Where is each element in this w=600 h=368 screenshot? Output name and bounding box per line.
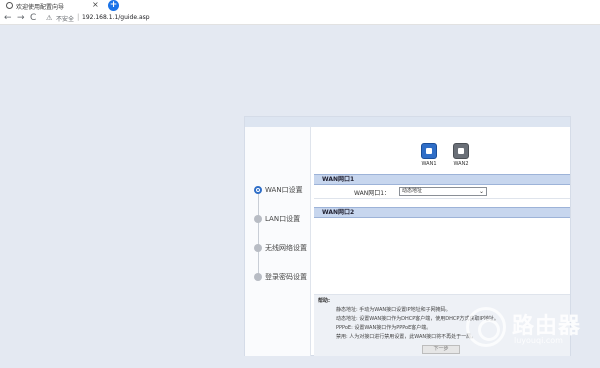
step-label: LAN口设置 [265,215,301,223]
step-label: 登录密码设置 [265,273,307,281]
wan2-section-header[interactable]: WAN网口2 [314,207,570,218]
panel-header-bar [245,117,570,127]
steps-sidebar: WAN口设置 LAN口设置 无线网络设置 登录密码设置 [245,127,311,356]
step-wan[interactable]: WAN口设置 [254,185,303,195]
wan1-mode-row: WAN网口1： 动态地址 ⌄ [314,185,570,199]
wan1-port[interactable]: WAN1 [418,143,440,167]
help-line: PPPoE: 设置WAN接口作为PPPoE客户端。 [336,325,432,331]
next-step-button[interactable]: 下一步 [422,345,460,354]
back-icon[interactable]: ← [4,12,12,24]
help-title: 帮助: [318,298,330,304]
step-password[interactable]: 登录密码设置 [254,272,307,282]
step-lan[interactable]: LAN口设置 [254,214,300,224]
watermark-subtext: luyouqi.com [514,336,563,345]
wan-port-selector: WAN1 WAN2 [418,143,482,167]
new-tab-button[interactable]: + [108,0,119,11]
step-label: 无线网络设置 [265,244,307,252]
browser-tabstrip: 欢迎使用配置向导 × + [0,0,600,11]
wan-port-label: WAN1 [421,161,437,167]
browser-tab[interactable]: 欢迎使用配置向导 × [0,0,116,11]
wan2-port[interactable]: WAN2 [450,143,472,167]
help-line: 静态地址: 手动为WAN接口设置IP地址和子网掩码。 [336,307,451,313]
steps-connector-line [258,187,259,279]
wan-port-icon [453,143,469,159]
wan-port-label: WAN2 [453,161,469,167]
address-bar-url[interactable]: 192.168.1.1/guide.asp [82,14,150,21]
reload-icon[interactable]: C [30,12,36,24]
step-active-icon [254,186,262,194]
step-dot-icon [254,244,262,252]
wan1-mode-value: 动态地址 [402,188,423,194]
step-dot-icon [254,215,262,223]
browser-toolbar: ← → C ⚠ 不安全 | 192.168.1.1/guide.asp [0,11,600,25]
step-label: WAN口设置 [265,186,303,194]
address-separator: | [77,13,80,21]
warning-icon[interactable]: ⚠ [46,13,52,23]
wan-port-icon [421,143,437,159]
forward-icon[interactable]: → [17,12,25,24]
chevron-down-icon: ⌄ [478,188,484,195]
tab-title: 欢迎使用配置向导 [16,4,65,11]
globe-icon [6,2,13,9]
watermark-logo-icon [466,307,506,347]
help-line: 禁用: 人为对接口进行禁用设置，此WAN接口将不再处于一局。 [336,334,477,340]
step-wireless[interactable]: 无线网络设置 [254,243,307,253]
security-label[interactable]: 不安全 [56,14,74,23]
close-icon[interactable]: × [92,0,99,10]
wan1-section-header[interactable]: WAN网口1 [314,174,570,185]
wan1-mode-label: WAN网口1： [354,190,391,197]
wan1-mode-select[interactable]: 动态地址 ⌄ [399,187,487,196]
step-dot-icon [254,273,262,281]
